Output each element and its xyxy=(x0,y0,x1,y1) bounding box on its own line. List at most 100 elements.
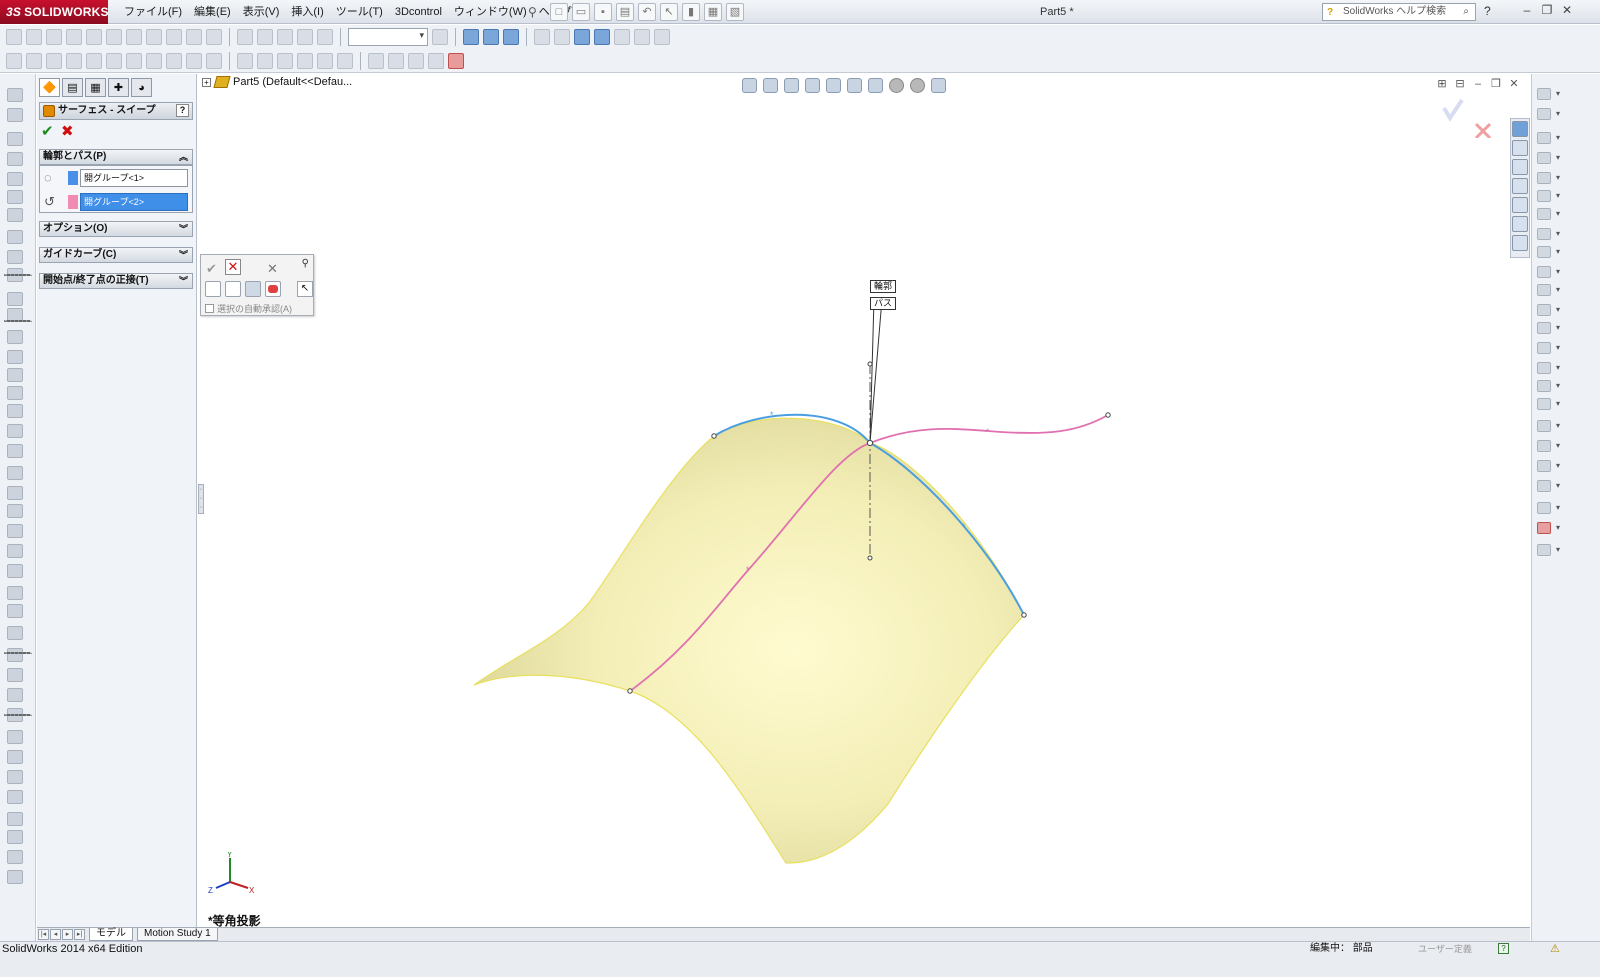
new-group-icon[interactable] xyxy=(245,281,261,297)
surface-sweep-icon[interactable] xyxy=(86,52,102,69)
sketch-command-icon[interactable] xyxy=(1537,460,1551,472)
stop-icon[interactable] xyxy=(265,281,281,297)
command-icon[interactable] xyxy=(7,564,23,578)
sketch-command-icon[interactable] xyxy=(1537,266,1551,278)
section-guide-curves[interactable]: ガイドカーブ(C) ︾ xyxy=(39,247,193,263)
chevron-down-icon[interactable]: ▾ xyxy=(1556,305,1560,314)
view-orientation-icon[interactable] xyxy=(554,29,570,45)
sketch-command-icon[interactable] xyxy=(1537,522,1551,534)
revolve-tool-icon[interactable] xyxy=(46,29,62,45)
sim-play-icon[interactable] xyxy=(368,52,384,69)
menu-tools[interactable]: ツール(T) xyxy=(330,0,389,24)
confirm-ok-icon[interactable] xyxy=(1442,98,1464,122)
tile-icon[interactable]: ⊞ xyxy=(1436,78,1448,90)
sketch-command-icon[interactable] xyxy=(1537,420,1551,432)
command-icon[interactable] xyxy=(7,152,23,166)
fillet-tool-icon[interactable] xyxy=(106,29,122,45)
chevron-down-icon[interactable]: ▾ xyxy=(1556,323,1560,332)
command-icon[interactable] xyxy=(7,250,23,264)
command-icon[interactable] xyxy=(7,586,23,600)
expand-icon[interactable]: ︾ xyxy=(179,222,188,236)
chevron-down-icon[interactable]: ▾ xyxy=(1556,247,1560,256)
minimize-icon[interactable]: – xyxy=(1472,78,1484,90)
command-icon[interactable] xyxy=(7,812,23,826)
section-profile-path[interactable]: 輪郭とパス(P) ︽ xyxy=(39,149,193,165)
command-icon[interactable] xyxy=(7,688,23,702)
menu-insert[interactable]: 挿入(I) xyxy=(285,0,329,24)
command-icon[interactable] xyxy=(7,770,23,784)
mirror-tool-icon[interactable] xyxy=(206,29,222,45)
sim-reset-icon[interactable] xyxy=(428,52,444,69)
menu-3dcontrol[interactable]: 3Dcontrol xyxy=(389,0,448,24)
thicken-icon[interactable] xyxy=(297,52,313,69)
custom-properties-icon[interactable] xyxy=(1512,235,1528,251)
chevron-down-icon[interactable]: ▾ xyxy=(1556,173,1560,182)
command-icon[interactable] xyxy=(7,404,23,418)
surface-loft-icon[interactable] xyxy=(106,52,122,69)
chevron-down-icon[interactable]: ▾ xyxy=(1556,399,1560,408)
extrude-tool-icon[interactable] xyxy=(26,29,42,45)
trim-surface-icon[interactable] xyxy=(257,52,273,69)
profile-callout[interactable]: 輪郭 xyxy=(870,280,897,293)
graphics-area[interactable]: * * * * + Part5 (Default<<Defau... ⊞ ⊟ –… xyxy=(198,74,1530,928)
edit-appearance-icon[interactable] xyxy=(889,78,904,93)
chevron-down-icon[interactable]: ▾ xyxy=(1556,267,1560,276)
sum-tool-icon[interactable] xyxy=(146,29,162,45)
previous-view-icon[interactable] xyxy=(784,78,799,93)
chevron-down-icon[interactable]: ▾ xyxy=(1556,153,1560,162)
chevron-down-icon[interactable]: ▾ xyxy=(1556,343,1560,352)
pan-icon[interactable] xyxy=(503,29,519,45)
rebuild-icon[interactable]: ▮ xyxy=(682,3,700,21)
chevron-down-icon[interactable]: ▾ xyxy=(1556,229,1560,238)
sim-record-icon[interactable] xyxy=(408,52,424,69)
section-options[interactable]: オプション(O) ︾ xyxy=(39,221,193,237)
configuration-dropdown[interactable] xyxy=(348,28,428,46)
help-search-input[interactable]: ? SolidWorks ヘルプ検索 ⌕ xyxy=(1322,3,1476,21)
search-icon[interactable] xyxy=(1512,178,1528,194)
print-icon[interactable]: ▤ xyxy=(616,3,634,21)
sketch-command-icon[interactable] xyxy=(1537,480,1551,492)
path-callout[interactable]: パス xyxy=(870,297,897,310)
chamfer-tool-icon[interactable] xyxy=(126,29,142,45)
sketch-command-icon[interactable] xyxy=(1537,246,1551,258)
offset-surface-icon[interactable] xyxy=(186,52,202,69)
chevron-down-icon[interactable]: ▾ xyxy=(1556,133,1560,142)
boundary-surface-icon[interactable] xyxy=(126,52,142,69)
command-icon[interactable] xyxy=(7,386,23,400)
closed-loop-icon[interactable] xyxy=(205,281,221,297)
ruled-surface-icon[interactable] xyxy=(206,52,222,69)
command-icon[interactable] xyxy=(7,350,23,364)
collapse-icon[interactable]: ︽ xyxy=(179,150,188,164)
sketch-command-icon[interactable] xyxy=(1537,152,1551,164)
sketch-command-icon[interactable] xyxy=(1537,88,1551,100)
command-icon[interactable] xyxy=(7,730,23,744)
vertex[interactable] xyxy=(866,439,874,447)
open-loop-icon[interactable] xyxy=(225,281,241,297)
apply-scene-icon[interactable] xyxy=(910,78,925,93)
new-document-icon[interactable]: □ xyxy=(550,3,568,21)
appearances-icon[interactable] xyxy=(1512,216,1528,232)
command-icon[interactable] xyxy=(7,648,23,662)
command-icon[interactable] xyxy=(7,830,23,844)
chevron-down-icon[interactable]: ▾ xyxy=(1556,363,1560,372)
view-orientation-icon[interactable] xyxy=(826,78,841,93)
copy-tool-icon[interactable] xyxy=(297,29,313,45)
chevron-down-icon[interactable]: ▾ xyxy=(1556,421,1560,430)
zoom-fit-icon[interactable] xyxy=(463,29,479,45)
hide-show-items-icon[interactable] xyxy=(868,78,883,93)
first-tab-icon[interactable]: |◂ xyxy=(38,929,49,940)
quick-tips-icon[interactable]: ? xyxy=(1498,943,1509,954)
accept-icon[interactable]: ✔ xyxy=(206,261,217,277)
command-icon[interactable] xyxy=(7,330,23,344)
command-icon[interactable] xyxy=(7,230,23,244)
menu-view[interactable]: 表示(V) xyxy=(237,0,286,24)
restore-icon[interactable]: ❐ xyxy=(1490,78,1502,90)
confirmation-corner[interactable] xyxy=(1440,98,1500,138)
close-icon[interactable]: ✕ xyxy=(1508,78,1520,90)
command-icon[interactable] xyxy=(7,424,23,438)
units-selector[interactable]: ユーザー定義 xyxy=(1418,942,1472,956)
chevron-down-icon[interactable]: ▾ xyxy=(1556,209,1560,218)
command-icon[interactable] xyxy=(7,466,23,480)
rotate-tool-icon[interactable] xyxy=(257,29,273,45)
options-icon[interactable]: ▧ xyxy=(726,3,744,21)
